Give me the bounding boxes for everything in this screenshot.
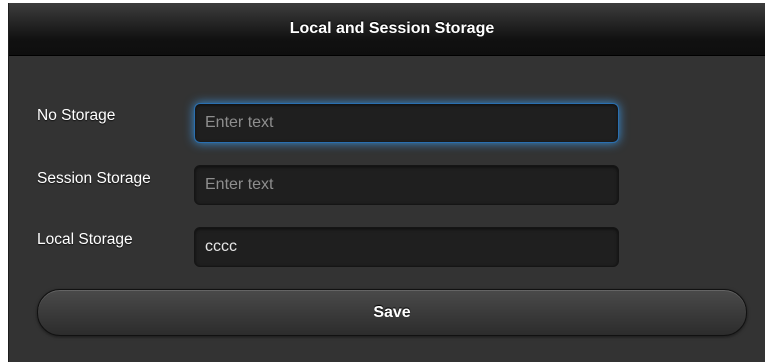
no-storage-input[interactable] bbox=[194, 103, 619, 143]
no-storage-row: No Storage bbox=[9, 103, 765, 143]
session-storage-input[interactable] bbox=[194, 165, 619, 205]
app-window: Local and Session Storage No Storage Ses… bbox=[8, 3, 765, 362]
local-storage-input[interactable] bbox=[194, 227, 619, 267]
page-title: Local and Session Storage bbox=[289, 20, 495, 37]
save-button[interactable]: Save bbox=[37, 289, 747, 336]
session-storage-label: Session Storage bbox=[37, 170, 151, 187]
session-storage-row: Session Storage bbox=[9, 165, 765, 205]
local-storage-label: Local Storage bbox=[37, 231, 133, 248]
no-storage-label: No Storage bbox=[37, 107, 116, 124]
header-bar: Local and Session Storage bbox=[9, 3, 765, 56]
local-storage-row: Local Storage bbox=[9, 227, 765, 267]
